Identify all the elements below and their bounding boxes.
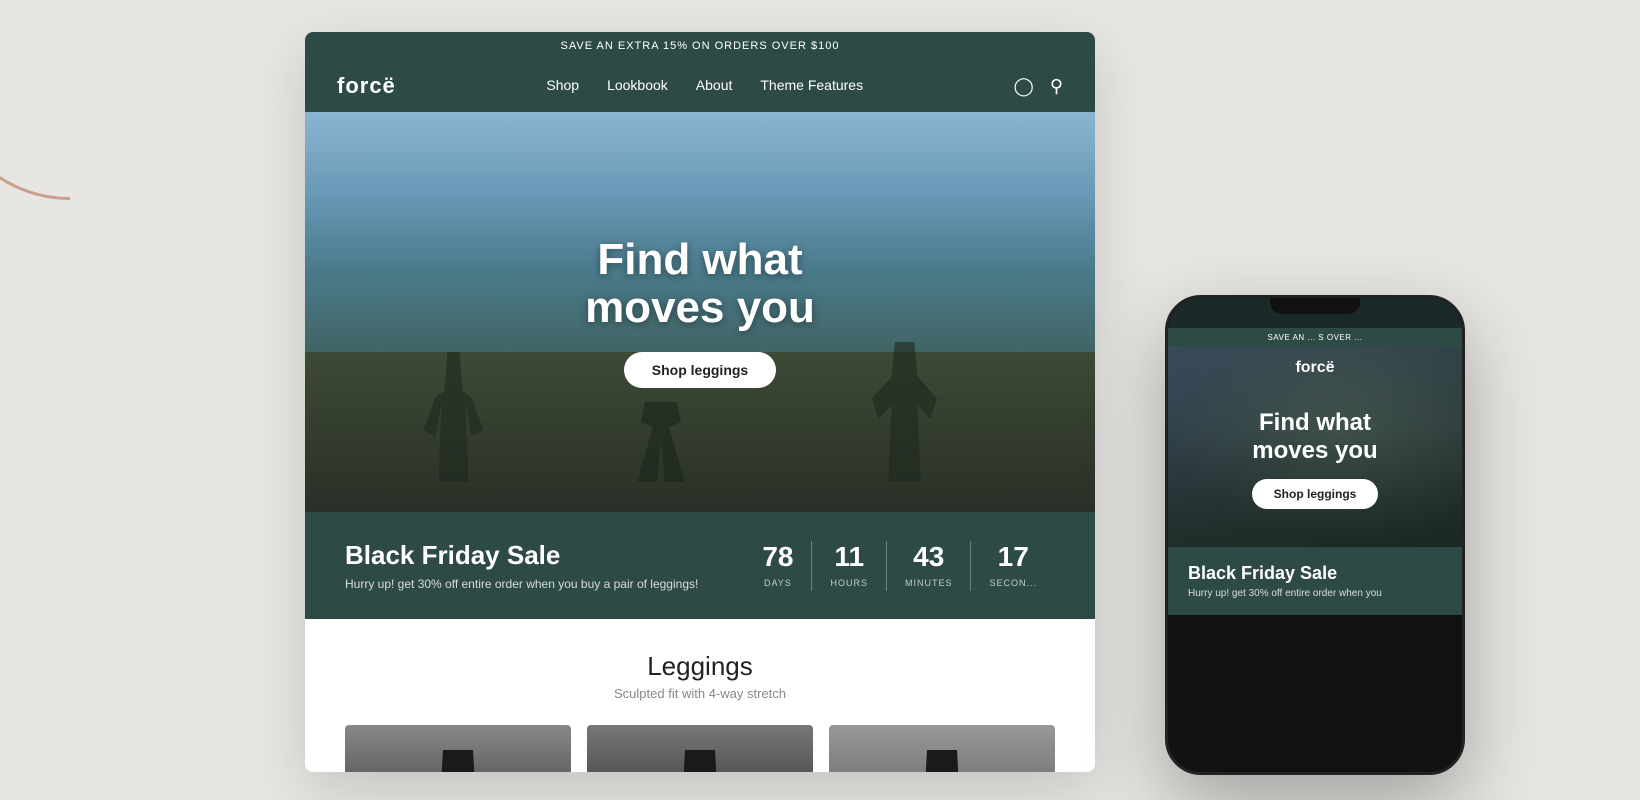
mobile-countdown-subtitle: Hurry up! get 30% off entire order when …	[1188, 588, 1442, 599]
person-silhouette-2	[621, 402, 701, 502]
nav-shop[interactable]: Shop	[546, 77, 579, 93]
product-card-2[interactable]	[587, 725, 813, 772]
mobile-banner-text: SAVE AN ... S OVER ...	[1268, 333, 1363, 342]
countdown-text: Black Friday Sale Hurry up! get 30% off …	[345, 540, 704, 591]
hero-content: Find what moves you Shop leggings	[585, 236, 815, 389]
hero-section: Find what moves you Shop leggings	[305, 112, 1095, 512]
nav-about[interactable]: About	[696, 77, 733, 93]
mobile-hero-content: Find what moves you Shop leggings	[1252, 409, 1379, 508]
hero-title: Find what moves you	[585, 236, 815, 333]
product-img-3	[829, 725, 1055, 772]
mobile-hero-line1: Find what	[1259, 409, 1371, 436]
products-section: Leggings Sculpted fit with 4-way stretch	[305, 619, 1095, 772]
site-banner: SAVE AN EXTRA 15% ON ORDERS OVER $100	[305, 32, 1095, 60]
search-icon[interactable]: ⚲	[1050, 76, 1063, 97]
timer-minutes: 43 MINUTES	[887, 541, 972, 591]
products-grid	[345, 725, 1055, 772]
mobile-hero-title: Find what moves you	[1252, 409, 1379, 464]
timer-hours-value: 11	[830, 541, 868, 573]
mobile-logo: forcë	[1295, 359, 1334, 377]
site-nav: forcë Shop Lookbook About Theme Features…	[305, 60, 1095, 112]
countdown-title: Black Friday Sale	[345, 540, 704, 571]
products-title: Leggings	[345, 651, 1055, 682]
account-icon[interactable]: ◯	[1014, 76, 1034, 97]
product-img-1	[345, 725, 571, 772]
timer-seconds-label: SECON...	[989, 578, 1037, 588]
legging-shape-1	[433, 750, 483, 772]
countdown-section: Black Friday Sale Hurry up! get 30% off …	[305, 512, 1095, 619]
site-logo: forcë	[337, 73, 396, 99]
decorative-arc	[0, 0, 200, 200]
hero-title-line2: moves you	[585, 283, 815, 332]
timer-days-value: 78	[762, 541, 793, 573]
countdown-timer: 78 DAYS 11 HOURS 43 MINUTES 17 SECON...	[744, 541, 1055, 591]
timer-hours: 11 HOURS	[812, 541, 887, 591]
timer-seconds-value: 17	[989, 541, 1037, 573]
desktop-mockup: SAVE AN EXTRA 15% ON ORDERS OVER $100 fo…	[305, 32, 1095, 772]
legging-shape-3	[917, 750, 967, 772]
timer-minutes-label: MINUTES	[905, 578, 953, 588]
mobile-countdown-title: Black Friday Sale	[1188, 563, 1442, 584]
person-silhouette-3	[872, 342, 937, 482]
timer-minutes-value: 43	[905, 541, 953, 573]
hero-title-line1: Find what	[597, 235, 802, 284]
hero-cta-button[interactable]: Shop leggings	[624, 352, 776, 388]
nav-links: Shop Lookbook About Theme Features	[546, 77, 863, 95]
timer-hours-label: HOURS	[830, 578, 868, 588]
mobile-notch-bar	[1168, 298, 1462, 328]
person-silhouette-1	[424, 352, 484, 482]
nav-lookbook[interactable]: Lookbook	[607, 77, 668, 93]
legging-shape-2	[675, 750, 725, 772]
nav-theme-features[interactable]: Theme Features	[760, 77, 863, 93]
products-subtitle: Sculpted fit with 4-way stretch	[345, 686, 1055, 701]
banner-text: SAVE AN EXTRA 15% ON ORDERS OVER $100	[561, 40, 840, 52]
countdown-subtitle: Hurry up! get 30% off entire order when …	[345, 577, 704, 591]
mobile-banner: SAVE AN ... S OVER ...	[1168, 328, 1462, 347]
product-card-3[interactable]	[829, 725, 1055, 772]
product-img-2	[587, 725, 813, 772]
mobile-notch	[1270, 298, 1360, 314]
mobile-cta-button[interactable]: Shop leggings	[1252, 479, 1379, 509]
timer-seconds: 17 SECON...	[971, 541, 1055, 591]
timer-days: 78 DAYS	[744, 541, 812, 591]
product-card-1[interactable]	[345, 725, 571, 772]
nav-icons: ◯ ⚲	[1014, 76, 1063, 97]
mobile-hero-line2: moves you	[1252, 437, 1377, 464]
mobile-mockup: SAVE AN ... S OVER ... forcë Find what m…	[1165, 295, 1465, 775]
mobile-hero: forcë Find what moves you Shop leggings	[1168, 347, 1462, 547]
timer-days-label: DAYS	[764, 578, 792, 588]
mobile-countdown: Black Friday Sale Hurry up! get 30% off …	[1168, 547, 1462, 615]
